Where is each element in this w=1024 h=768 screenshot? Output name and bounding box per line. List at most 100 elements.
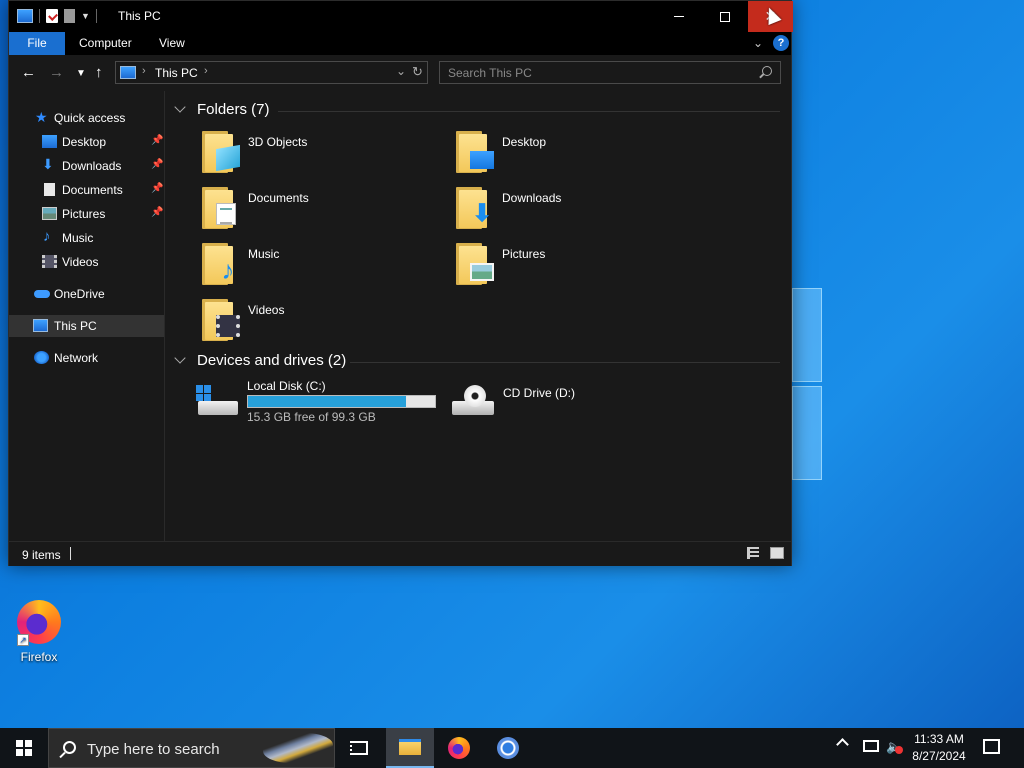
videos-folder-icon xyxy=(202,299,240,341)
sidebar-item-downloads[interactable]: ⬇ Downloads 📌 xyxy=(9,155,164,177)
capacity-bar-fill xyxy=(248,396,407,407)
folder-3d-objects[interactable]: 3D Objects xyxy=(176,131,416,177)
folder-desktop[interactable]: Desktop xyxy=(430,131,670,177)
properties-icon[interactable] xyxy=(46,9,58,23)
video-icon xyxy=(42,255,57,268)
folder-label: Pictures xyxy=(502,247,546,261)
drive-cd-d[interactable]: CD Drive (D:) xyxy=(452,379,652,425)
tab-view[interactable]: View xyxy=(159,32,185,55)
file-explorer-window: ▼ This PC ✕ File Computer View ⌄ ? ← → ▼… xyxy=(8,0,793,566)
back-arrow-icon[interactable]: ← xyxy=(21,64,36,81)
title-bar[interactable]: ▼ This PC ✕ xyxy=(9,1,793,32)
music-folder-icon: ♪ xyxy=(202,243,235,285)
breadcrumb-this-pc[interactable]: This PC xyxy=(155,66,198,80)
group-header-devices[interactable]: Devices and drives (2) xyxy=(174,352,786,372)
minimize-button[interactable] xyxy=(656,1,702,32)
item-count: 9 items xyxy=(22,548,61,562)
maximize-button[interactable] xyxy=(702,1,748,32)
ribbon-tabs: File Computer View ⌄ ? xyxy=(9,32,791,55)
folder-videos[interactable]: Videos xyxy=(176,299,416,345)
pin-icon[interactable]: 📌 xyxy=(151,135,163,146)
computer-icon xyxy=(33,319,48,332)
3d-objects-folder-icon xyxy=(202,131,240,173)
folder-label: Downloads xyxy=(502,191,562,205)
help-icon[interactable]: ? xyxy=(773,35,789,51)
drive-local-disk-c[interactable]: Local Disk (C:) 15.3 GB free of 99.3 GB xyxy=(196,379,446,425)
address-dropdown-chevron-icon[interactable]: ⌄ xyxy=(396,64,406,78)
firefox-icon: ↗ xyxy=(17,600,61,646)
network-icon xyxy=(34,351,49,364)
windows-logo-icon xyxy=(16,740,32,756)
pin-icon[interactable]: 📌 xyxy=(151,183,163,194)
taskbar-file-explorer[interactable] xyxy=(386,728,434,768)
expand-ribbon-chevron-icon[interactable]: ⌄ xyxy=(753,36,763,50)
notification-center-icon[interactable] xyxy=(983,739,1000,754)
sidebar-item-label: Documents xyxy=(62,183,123,197)
up-arrow-icon[interactable]: ↑ xyxy=(95,64,103,81)
refresh-icon[interactable]: ↻ xyxy=(412,64,423,80)
shortcut-arrow-icon: ↗ xyxy=(17,634,29,646)
collapse-chevron-icon[interactable] xyxy=(174,352,186,364)
sidebar-item-videos[interactable]: Videos xyxy=(9,251,164,273)
search-icon[interactable] xyxy=(762,66,772,76)
windows-wallpaper-logo xyxy=(792,288,824,482)
task-view-button[interactable] xyxy=(335,728,383,768)
sidebar-item-network[interactable]: Network xyxy=(9,347,164,369)
navigation-bar: ← → ▼ ↑ › This PC › ⌄ ↻ xyxy=(9,55,791,91)
drive-free-space: 15.3 GB free of 99.3 GB xyxy=(247,410,376,424)
desktop-icon-firefox[interactable]: ↗ Firefox xyxy=(12,600,66,664)
forward-arrow-icon[interactable]: → xyxy=(49,64,64,81)
pin-icon[interactable]: 📌 xyxy=(151,207,163,218)
taskbar-search-input[interactable] xyxy=(87,739,287,759)
pin-icon[interactable]: 📌 xyxy=(151,159,163,170)
folder-pictures[interactable]: Pictures xyxy=(430,243,670,289)
start-button[interactable] xyxy=(0,728,48,768)
customize-toolbar-icon[interactable]: ▼ xyxy=(81,11,90,21)
folder-downloads[interactable]: ⬇ Downloads xyxy=(430,187,670,233)
folder-label: Music xyxy=(248,247,280,261)
taskbar-chrome[interactable] xyxy=(484,728,532,768)
taskbar-search-box[interactable] xyxy=(48,728,335,768)
collapse-chevron-icon[interactable] xyxy=(174,101,186,113)
folder-label: Videos xyxy=(248,303,285,317)
tab-computer[interactable]: Computer xyxy=(79,32,132,55)
sidebar-item-quick-access[interactable]: ★ Quick access xyxy=(9,107,164,129)
show-hidden-icons-chevron-icon[interactable] xyxy=(836,738,849,751)
address-bar[interactable]: › This PC › ⌄ ↻ xyxy=(115,61,428,84)
sidebar-item-music[interactable]: ♪ Music xyxy=(9,227,164,249)
quick-access-toolbar: ▼ xyxy=(17,9,97,23)
search-box[interactable] xyxy=(439,61,781,84)
minimize-icon xyxy=(674,16,684,17)
sidebar-item-this-pc[interactable]: This PC xyxy=(9,315,164,337)
taskbar-clock[interactable]: 11:33 AM 8/27/2024 xyxy=(904,731,974,765)
taskbar-firefox[interactable] xyxy=(435,728,483,768)
recent-locations-chevron-icon[interactable]: ▼ xyxy=(76,68,86,79)
desktop-folder-icon xyxy=(456,131,494,173)
folder-label: 3D Objects xyxy=(248,135,308,149)
sidebar-item-documents[interactable]: Documents 📌 xyxy=(9,179,164,201)
sidebar-item-label: This PC xyxy=(54,319,97,333)
network-status-icon[interactable] xyxy=(863,740,879,752)
sidebar-item-desktop[interactable]: Desktop 📌 xyxy=(9,131,164,153)
navigation-pane: ★ Quick access Desktop 📌 ⬇ Downloads 📌 D… xyxy=(9,91,165,541)
large-icons-view-icon[interactable] xyxy=(770,547,784,559)
folder-documents[interactable]: Documents xyxy=(176,187,416,233)
document-icon xyxy=(44,183,55,196)
search-input[interactable] xyxy=(440,62,760,83)
sidebar-item-label: Quick access xyxy=(54,111,126,125)
details-view-icon[interactable] xyxy=(747,547,759,559)
sidebar-item-label: Network xyxy=(54,351,99,365)
group-header-folders[interactable]: Folders (7) xyxy=(174,101,786,121)
new-folder-icon[interactable] xyxy=(64,9,75,23)
folder-music[interactable]: ♪ Music xyxy=(176,243,416,289)
breadcrumb-chevron-icon[interactable]: › xyxy=(204,65,208,77)
group-divider xyxy=(350,362,780,363)
volume-muted-icon[interactable]: 🔈 xyxy=(886,739,903,755)
toolbar-separator xyxy=(39,9,40,23)
sidebar-item-pictures[interactable]: Pictures 📌 xyxy=(9,203,164,225)
tab-file[interactable]: File xyxy=(9,32,65,55)
sidebar-item-onedrive[interactable]: OneDrive xyxy=(9,283,164,305)
window-title: This PC xyxy=(118,9,161,23)
maximize-icon xyxy=(720,11,730,22)
breadcrumb-chevron-icon[interactable]: › xyxy=(142,65,146,77)
